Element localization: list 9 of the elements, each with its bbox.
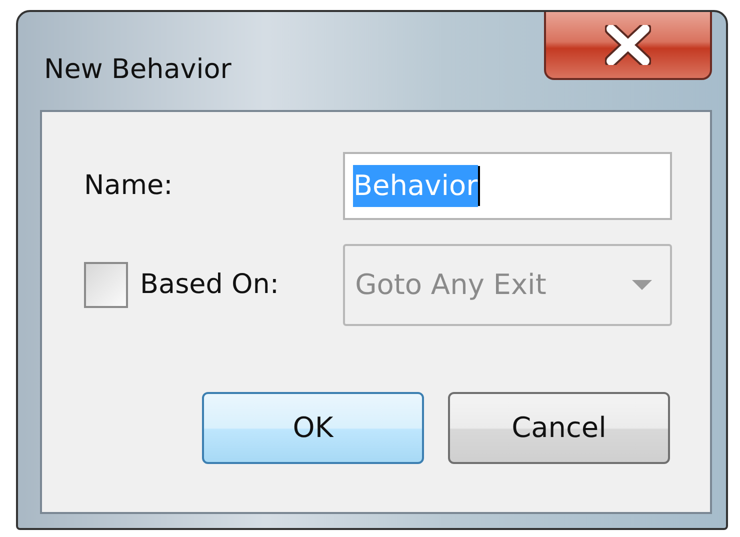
name-label: Name: (84, 168, 173, 203)
dialog-button[interactable]: OK (202, 392, 424, 464)
dialog-button[interactable]: Cancel (448, 392, 670, 464)
dropdown-arrow-icon (632, 280, 652, 290)
based-on-label: Based On: (140, 268, 279, 302)
based-on-checkbox[interactable] (84, 262, 128, 308)
close-button[interactable] (544, 12, 712, 80)
close-icon (605, 25, 651, 65)
window-title: New Behavior (44, 53, 232, 87)
